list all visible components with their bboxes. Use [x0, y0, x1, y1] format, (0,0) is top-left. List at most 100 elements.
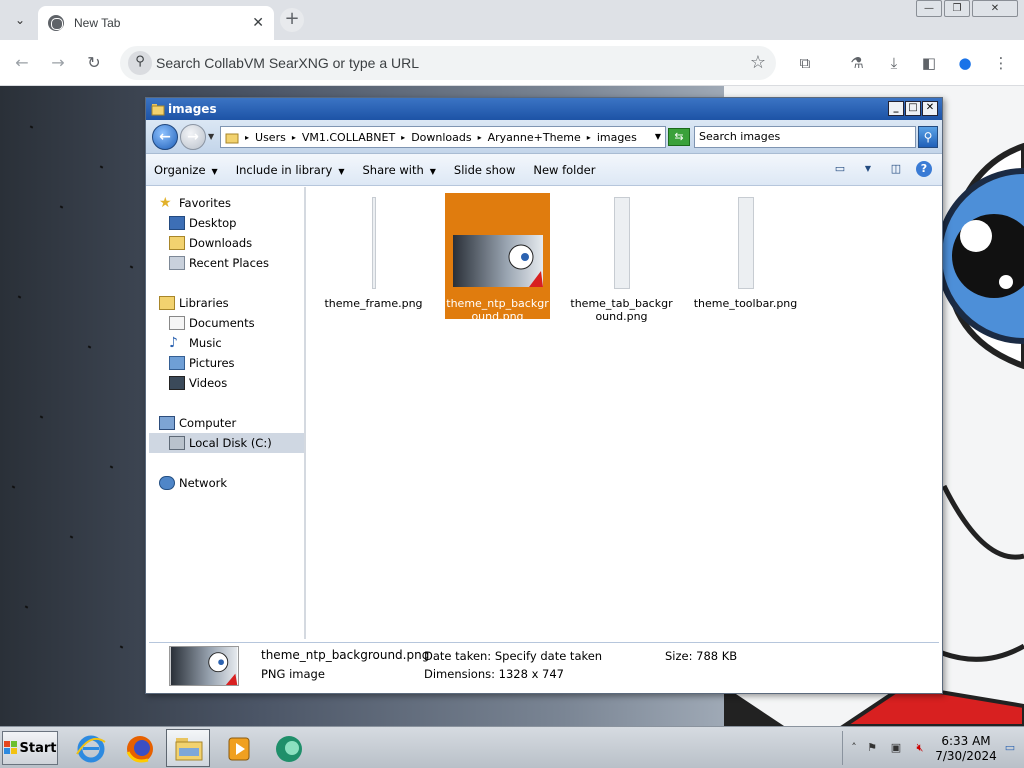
network-icon — [159, 476, 175, 490]
slide-show-button[interactable]: Slide show — [454, 163, 515, 177]
nav-item-label: Documents — [189, 316, 255, 330]
nav-item-label: Favorites — [179, 196, 231, 210]
tab-search-button[interactable]: ⌄ — [8, 8, 32, 32]
profile-icon[interactable]: ● — [954, 52, 976, 74]
app-icon — [276, 736, 302, 762]
new-tab-button[interactable]: + — [280, 8, 304, 32]
close-icon[interactable]: ✕ — [252, 15, 264, 31]
chevron-right-icon[interactable]: ▸ — [245, 133, 249, 142]
navigation-pane: ★ Favorites Desktop Downloads Recent Pla… — [149, 187, 306, 639]
nav-item-pictures[interactable]: Pictures — [149, 353, 304, 373]
browser-tab[interactable]: New Tab ✕ — [38, 6, 274, 40]
nav-item-network[interactable]: Network — [149, 473, 304, 493]
file-item-selected[interactable]: theme_ntp_background.png — [445, 193, 550, 323]
taskbar-internet-explorer[interactable] — [68, 729, 112, 767]
refresh-button[interactable]: ⇆ — [668, 128, 690, 146]
internet-explorer-icon — [76, 735, 106, 763]
search-box[interactable] — [694, 126, 916, 148]
chevron-down-icon: ▼ — [338, 166, 345, 176]
share-with-menu[interactable]: Share with ▼ — [363, 163, 436, 177]
reload-icon[interactable]: ↻ — [82, 51, 106, 75]
taskbar-firefox[interactable] — [117, 729, 161, 767]
breadcrumb-item[interactable]: images — [597, 131, 637, 144]
chevron-right-icon[interactable]: ▸ — [292, 133, 296, 142]
start-button[interactable]: Start — [2, 731, 58, 765]
explorer-window: images _ □ ✕ ← → ▼ ▸ Users ▸ VM1.COLLABN… — [145, 97, 943, 694]
taskbar-app[interactable] — [266, 729, 310, 767]
change-view-icon[interactable]: ▭ — [832, 161, 848, 177]
breadcrumb[interactable]: ▸ Users ▸ VM1.COLLABNET ▸ Downloads ▸ Ar… — [220, 126, 666, 148]
nav-item-libraries[interactable]: Libraries — [149, 293, 304, 313]
labs-flask-icon[interactable]: ⚗ — [846, 52, 868, 74]
breadcrumb-item[interactable]: Users — [255, 131, 286, 144]
breadcrumb-item[interactable]: Downloads — [411, 131, 471, 144]
help-icon[interactable]: ? — [916, 161, 932, 177]
back-arrow-icon[interactable]: ← — [152, 124, 178, 150]
close-window-button[interactable]: ✕ — [972, 0, 1018, 17]
maximize-button[interactable]: □ — [905, 101, 921, 116]
side-panel-icon[interactable]: ◧ — [918, 52, 940, 74]
forward-arrow-icon[interactable]: → — [180, 124, 206, 150]
breadcrumb-item[interactable]: VM1.COLLABNET — [302, 131, 395, 144]
extensions-icon[interactable]: ⧉ — [794, 52, 816, 74]
preview-pane-icon[interactable]: ◫ — [888, 161, 904, 177]
nav-item-local-disk[interactable]: Local Disk (C:) — [149, 433, 304, 453]
file-item[interactable]: theme_toolbar.png — [693, 193, 798, 319]
restore-button[interactable]: ❐ — [944, 0, 970, 17]
nav-item-documents[interactable]: Documents — [149, 313, 304, 333]
nav-item-downloads[interactable]: Downloads — [149, 233, 304, 253]
search-icon[interactable]: ⚲ — [918, 126, 938, 148]
nav-item-favorites[interactable]: ★ Favorites — [149, 193, 304, 213]
taskbar-media-player[interactable] — [216, 729, 260, 767]
show-desktop-icon[interactable]: ▭ — [1003, 741, 1017, 755]
folder-icon — [225, 133, 239, 144]
forward-arrow-icon[interactable]: → — [46, 51, 70, 75]
chevron-right-icon[interactable]: ▸ — [587, 133, 591, 142]
show-hidden-icons-icon[interactable]: ˄ — [847, 741, 861, 755]
downloads-folder-icon — [169, 236, 185, 250]
nav-item-label: Local Disk (C:) — [189, 436, 272, 450]
breadcrumb-item[interactable]: Aryanne+Theme — [488, 131, 581, 144]
new-folder-button[interactable]: New folder — [533, 163, 595, 177]
chevron-down-icon[interactable]: ▼ — [860, 161, 876, 177]
include-in-library-label: Include in library — [235, 162, 333, 177]
nav-item-desktop[interactable]: Desktop — [149, 213, 304, 233]
back-arrow-icon[interactable]: ← — [10, 51, 34, 75]
search-input[interactable] — [699, 130, 909, 143]
chevron-right-icon[interactable]: ▸ — [401, 133, 405, 142]
taskbar-windows-explorer[interactable] — [166, 729, 210, 767]
chevron-right-icon[interactable]: ▸ — [478, 133, 482, 142]
share-with-label: Share with — [362, 162, 424, 177]
chevron-down-icon[interactable]: ▼ — [208, 132, 214, 141]
nav-item-recent-places[interactable]: Recent Places — [149, 253, 304, 273]
organize-menu[interactable]: Organize ▼ — [154, 163, 218, 177]
minimize-button[interactable]: _ — [888, 101, 904, 116]
menu-kebab-icon[interactable]: ⋮ — [990, 52, 1012, 74]
bookmark-star-icon[interactable]: ☆ — [750, 52, 766, 73]
include-in-library-menu[interactable]: Include in library ▼ — [236, 163, 345, 177]
nav-item-videos[interactable]: Videos — [149, 373, 304, 393]
window-title-bar[interactable]: images _ □ ✕ — [146, 98, 942, 120]
close-window-button[interactable]: ✕ — [922, 101, 938, 116]
image-thumbnail — [371, 197, 376, 289]
clock[interactable]: 6:33 AM 7/30/2024 — [935, 734, 997, 764]
file-name: theme_ntp_background.png — [446, 297, 549, 323]
image-thumbnail — [737, 197, 754, 289]
details-dimensions: Dimensions: 1328 x 747 — [424, 667, 564, 681]
clock-time: 6:33 AM — [941, 734, 991, 748]
action-center-flag-icon[interactable]: ⚑ — [865, 741, 879, 755]
file-item[interactable]: theme_frame.png — [321, 193, 426, 319]
omnibox[interactable]: ⚲ ☆ — [120, 46, 776, 80]
file-item[interactable]: theme_tab_background.png — [569, 193, 674, 323]
nav-item-music[interactable]: ♪ Music — [149, 333, 304, 353]
minimize-button[interactable]: — — [916, 0, 942, 17]
address-input[interactable] — [156, 53, 736, 73]
videos-icon — [169, 376, 185, 390]
download-icon[interactable]: ⤓ — [883, 52, 905, 74]
tab-title: New Tab — [74, 16, 121, 30]
chevron-down-icon[interactable]: ▼ — [655, 132, 661, 141]
volume-muted-icon[interactable]: 🔇︎ — [913, 741, 927, 755]
network-icon[interactable]: ▣ — [889, 741, 903, 755]
nav-item-computer[interactable]: Computer — [149, 413, 304, 433]
globe-icon — [48, 15, 64, 31]
